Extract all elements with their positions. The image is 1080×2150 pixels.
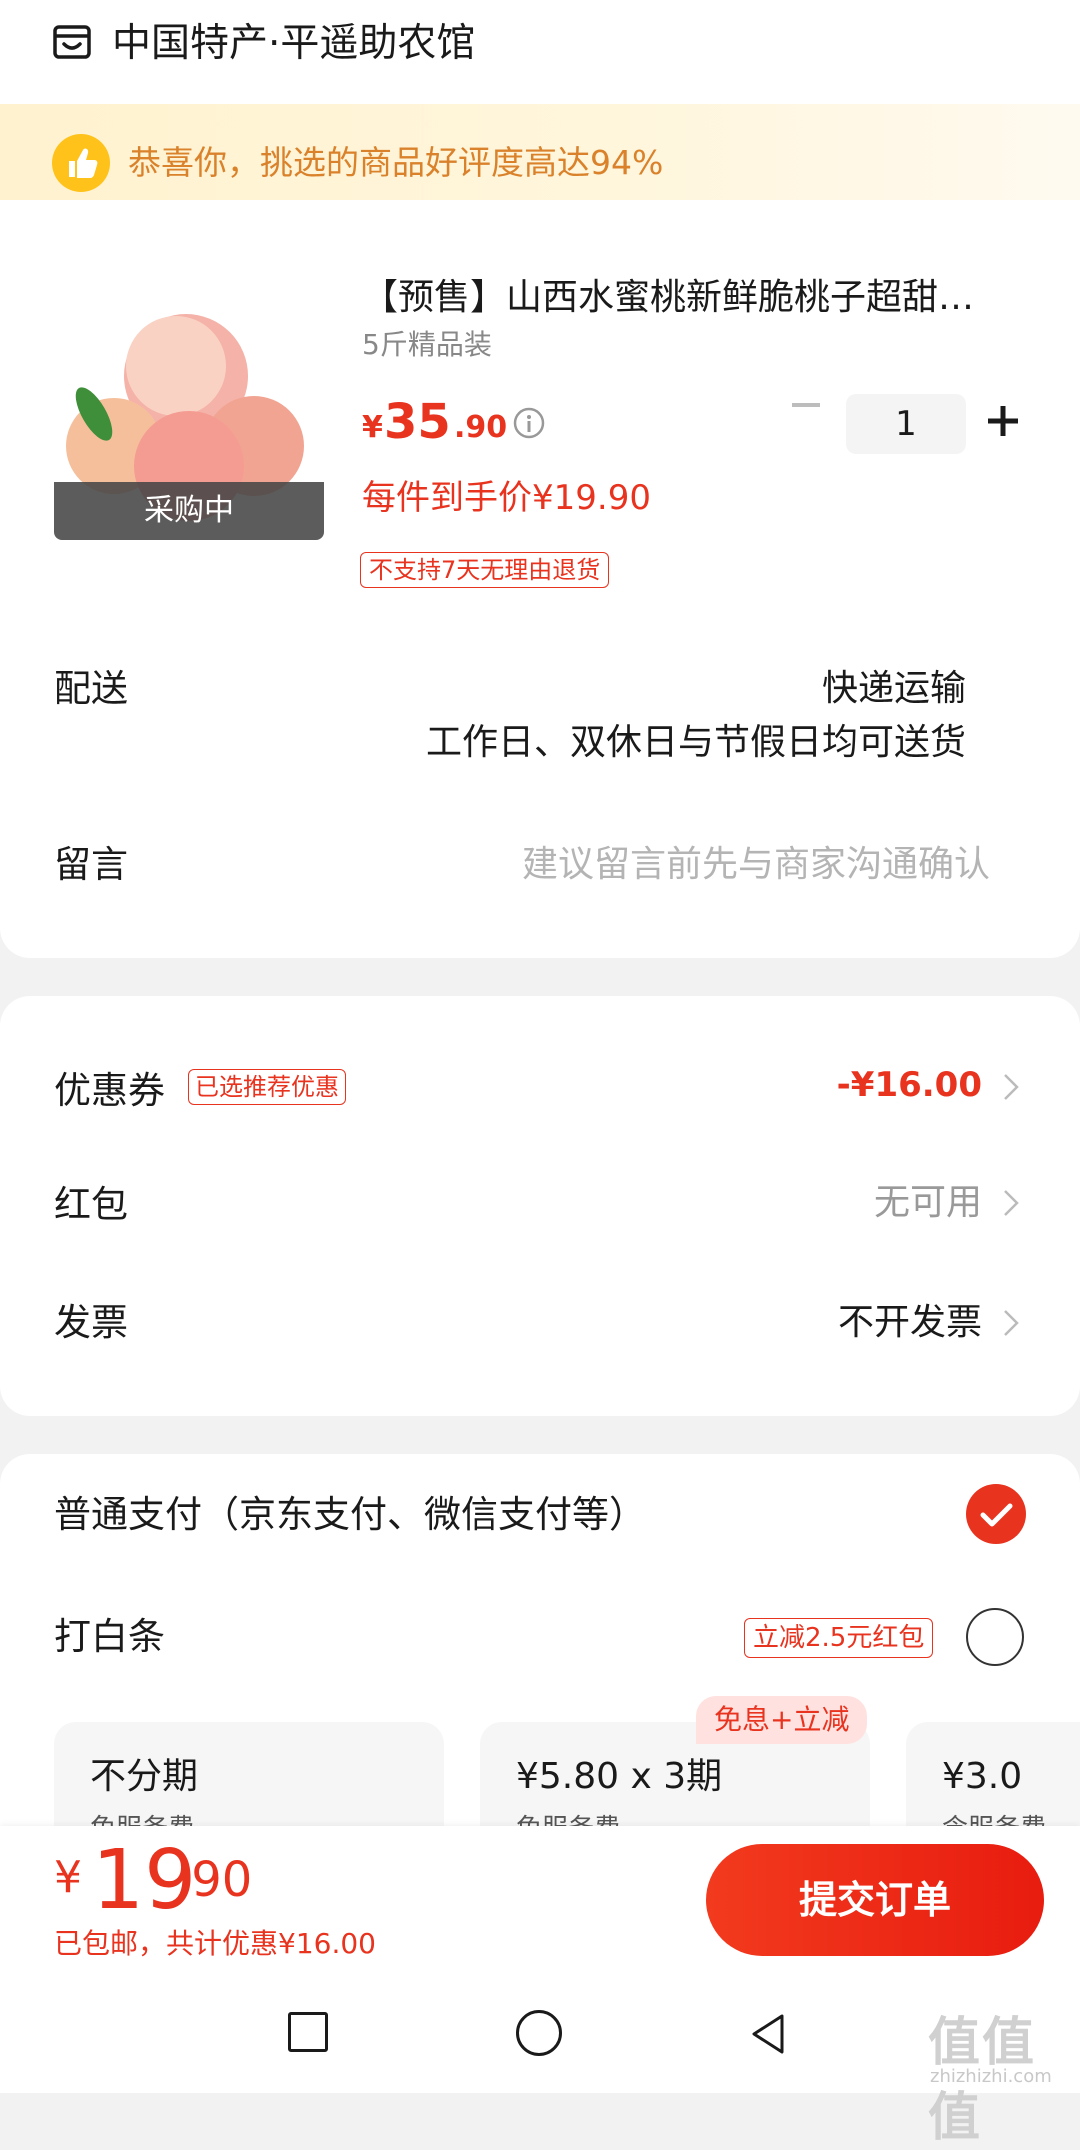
chevron-right-icon[interactable]	[1002, 1072, 1020, 1102]
redpacket-label[interactable]: 红包	[54, 1176, 128, 1234]
total-decimal: .90	[176, 1852, 253, 1908]
coupon-recommend-tag: 已选推荐优惠	[188, 1069, 346, 1105]
installment-title: ¥3.0	[942, 1756, 1023, 1797]
quantity-decrease-button[interactable]	[792, 403, 820, 407]
home-icon[interactable]	[516, 2010, 562, 2056]
invoice-label[interactable]: 发票	[54, 1294, 128, 1352]
invoice-value[interactable]: 不开发票	[838, 1294, 982, 1352]
no-return-tag: 不支持7天无理由退货	[360, 552, 610, 588]
delivery-schedule: 工作日、双休日与节假日均可送货	[425, 722, 966, 763]
normal-payment-label[interactable]: 普通支付（京东支付、微信支付等）	[54, 1486, 646, 1544]
quantity-input[interactable]: 1	[846, 394, 966, 454]
per-item-price: 每件到手价¥19.90	[362, 478, 651, 518]
quantity-increase-button[interactable]	[986, 404, 1020, 438]
price-currency: ¥	[362, 410, 383, 445]
chevron-right-icon[interactable]	[1002, 1308, 1020, 1338]
chevron-right-icon[interactable]	[1002, 1188, 1020, 1218]
product-spec: 5斤精品装	[362, 328, 492, 361]
checked-radio-icon[interactable]	[966, 1484, 1026, 1544]
submit-order-button[interactable]: 提交订单	[706, 1844, 1044, 1956]
unchecked-radio-icon[interactable]	[966, 1608, 1024, 1666]
procurement-badge: 采购中	[54, 482, 324, 540]
delivery-method[interactable]: 快递运输	[822, 660, 966, 718]
recent-apps-icon[interactable]	[288, 2012, 328, 2052]
total-currency: ¥	[54, 1852, 82, 1903]
thumbs-up-icon	[52, 134, 110, 192]
interest-free-flag: 免息+立减	[696, 1696, 868, 1744]
delivery-label: 配送	[54, 667, 128, 710]
watermark-url: zhizhizhi.com	[930, 2066, 1052, 2087]
message-label: 留言	[54, 843, 128, 886]
message-input[interactable]: 建议留言前先与商家沟通确认	[522, 836, 990, 894]
coupon-label[interactable]: 优惠券	[54, 1062, 165, 1120]
redpacket-value[interactable]: 无可用	[874, 1174, 982, 1232]
baitiao-label[interactable]: 打白条	[54, 1608, 165, 1666]
total-summary: 已包邮，共计优惠¥16.00	[54, 1927, 376, 1960]
price-decimal: .90	[454, 410, 508, 445]
info-icon[interactable]	[512, 406, 546, 440]
price-integer: 35	[384, 394, 451, 450]
installment-title: 不分期	[90, 1756, 199, 1797]
coupon-value[interactable]: -¥16.00	[837, 1056, 982, 1114]
store-name[interactable]: 中国特产·平遥助农馆	[112, 14, 475, 74]
back-icon[interactable]	[744, 2010, 792, 2058]
installment-title: ¥5.80 x 3期	[516, 1756, 723, 1797]
baitiao-promo-tag: 立减2.5元红包	[744, 1618, 934, 1658]
product-title[interactable]: 【预售】山西水蜜桃新鲜脆桃子超甜…	[362, 270, 1032, 326]
rating-text: 恭喜你，挑选的商品好评度高达94%	[128, 143, 664, 182]
store-icon	[53, 25, 91, 59]
